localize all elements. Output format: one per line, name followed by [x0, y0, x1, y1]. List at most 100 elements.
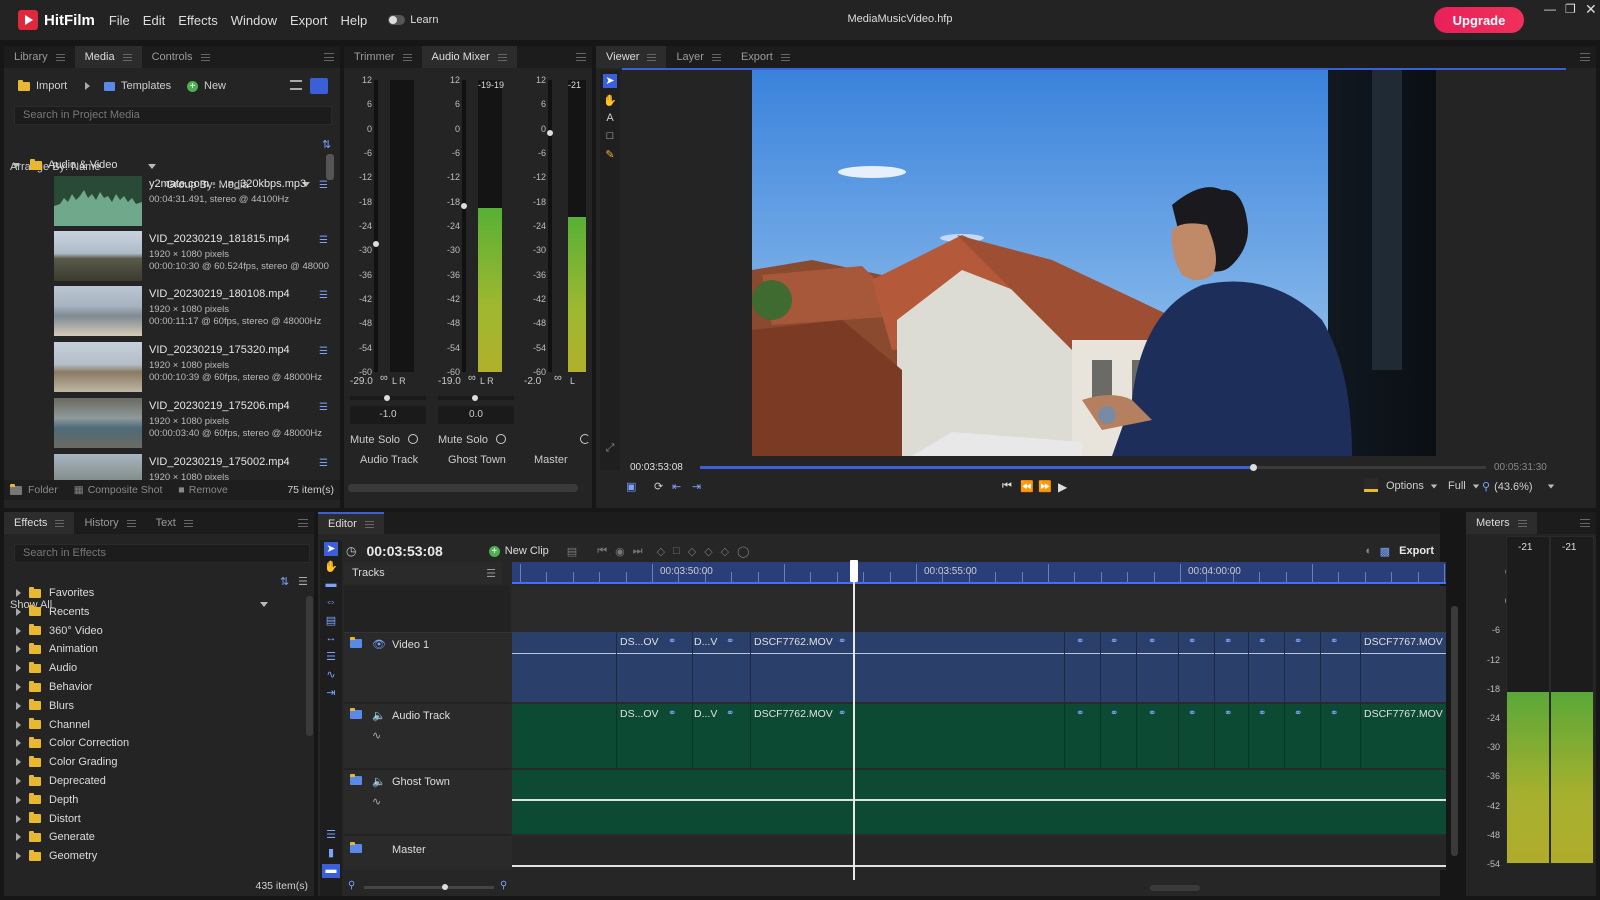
effects-search-input[interactable]: Search in Effects — [14, 544, 310, 563]
viewer-scrub-bar[interactable] — [700, 464, 1486, 471]
step-forward-icon[interactable]: ⏩ — [1038, 480, 1052, 493]
sort-icon[interactable]: ⇅ — [280, 575, 289, 588]
track-select-icon[interactable]: ⇥ — [324, 686, 338, 700]
slide-tool-icon[interactable]: ▤ — [324, 614, 338, 628]
mixer-properties-icon[interactable]: ☰ — [319, 402, 328, 413]
slip-tool-icon[interactable]: ⇔ — [324, 596, 338, 610]
ripple-tool-icon[interactable]: ↔ — [324, 632, 338, 646]
solo-button[interactable]: Solo — [378, 434, 400, 446]
pan-value-field[interactable]: 0.0 — [438, 406, 514, 424]
import-button[interactable]: Import — [18, 79, 91, 92]
pen-tool-icon[interactable]: ✎ — [603, 148, 617, 162]
out-point-icon[interactable]: ⇥ — [692, 480, 701, 493]
tab-layer[interactable]: Layer — [666, 46, 731, 68]
effect-category[interactable]: 360° Video — [16, 622, 103, 640]
render-icon[interactable]: ◐ — [1365, 545, 1372, 557]
effect-category[interactable]: Geometry — [16, 847, 97, 865]
list-view-icon[interactable] — [290, 80, 302, 90]
in-point-icon[interactable]: ⇤ — [672, 480, 681, 493]
hand-tool-icon[interactable]: ✋ — [603, 94, 617, 108]
solo-button[interactable]: Solo — [466, 434, 488, 446]
pan-slider[interactable] — [350, 395, 426, 401]
panel-menu-icon[interactable] — [1580, 519, 1590, 527]
menu-window[interactable]: Window — [231, 13, 277, 28]
new-folder-button[interactable]: Folder — [28, 484, 58, 496]
panel-menu-icon[interactable] — [298, 519, 308, 527]
tab-trimmer[interactable]: Trimmer — [344, 46, 422, 68]
waveform-toggle-icon[interactable]: ∿ — [372, 729, 381, 742]
mask-tool-icon[interactable]: □ — [603, 130, 617, 144]
mute-button[interactable]: Mute — [350, 434, 374, 446]
effect-category[interactable]: Favorites — [16, 584, 94, 602]
timeline-vscrollbar[interactable] — [1451, 606, 1458, 856]
select-tool-icon[interactable]: ➤ — [603, 74, 617, 88]
fit-icon[interactable]: ▣ — [626, 480, 636, 493]
effect-category[interactable]: Behavior — [16, 678, 92, 696]
mixer-properties-icon[interactable]: ☰ — [319, 290, 328, 301]
snap-icon[interactable]: ▬ — [322, 864, 340, 878]
effect-category[interactable]: Color Correction — [16, 734, 129, 752]
effect-category[interactable]: Depth — [16, 791, 78, 809]
effect-category[interactable]: Audio — [16, 659, 77, 677]
timeline-timecode[interactable]: 00:03:53:08 — [366, 543, 442, 559]
record-icon[interactable]: ◯ — [737, 545, 749, 558]
volume-fader-handle[interactable] — [373, 240, 379, 247]
keyframe-prev-icon[interactable]: ◇ — [721, 545, 729, 558]
detail-view-icon[interactable] — [310, 78, 328, 94]
scrub-handle[interactable] — [1249, 464, 1257, 471]
folder-audio-video[interactable]: Audio & Video — [12, 158, 118, 171]
track-header-ghost-town[interactable]: 🔈 Ghost Town ∿ — [344, 770, 512, 834]
speaker-icon[interactable]: 🔈 — [372, 709, 386, 722]
video-frame[interactable] — [752, 70, 1436, 456]
ghost-town-track-lane[interactable] — [512, 770, 1446, 834]
play-icon[interactable]: ▶ — [1058, 480, 1067, 494]
zoom-in-icon[interactable]: ⚲ — [500, 880, 507, 891]
options-dropdown[interactable]: Options — [1386, 480, 1438, 492]
panel-menu-icon[interactable] — [324, 53, 334, 61]
new-clip-button[interactable]: New Clip — [505, 545, 549, 557]
link-channels-icon[interactable] — [580, 434, 590, 444]
mixer-properties-icon[interactable]: ☰ — [319, 180, 328, 191]
effect-category[interactable]: Recents — [16, 603, 89, 621]
effect-category[interactable]: Channel — [16, 716, 90, 734]
tab-history[interactable]: History — [74, 512, 145, 534]
pan-value-field[interactable]: -1.0 — [350, 406, 426, 424]
roll-tool-icon[interactable]: ☰ — [324, 650, 338, 664]
tab-controls[interactable]: Controls — [142, 46, 220, 68]
track-header-audio-track[interactable]: 🔈 Audio Track ∿ — [344, 704, 512, 768]
effect-category[interactable]: Generate — [16, 828, 95, 846]
keyframe-icon[interactable]: ◇ — [657, 545, 665, 558]
mixer-properties-icon[interactable]: ☰ — [319, 235, 328, 246]
stop-icon[interactable]: □ — [673, 545, 680, 557]
record-arm-icon[interactable] — [408, 434, 418, 444]
menu-help[interactable]: Help — [341, 13, 368, 28]
keyframe-next-icon[interactable]: ◇ — [704, 545, 712, 558]
remove-button[interactable]: Remove — [189, 484, 228, 496]
tab-meters[interactable]: Meters — [1466, 512, 1537, 534]
menu-edit[interactable]: Edit — [143, 13, 165, 28]
volume-fader-handle[interactable] — [461, 202, 467, 209]
timeline-hscrollbar[interactable] — [1150, 885, 1200, 891]
next-marker-icon[interactable]: ⏭ — [633, 545, 643, 558]
panel-menu-icon[interactable] — [576, 53, 586, 61]
mute-button[interactable]: Mute — [438, 434, 462, 446]
mixer-properties-icon[interactable]: ☰ — [319, 458, 328, 469]
media-item-mp3[interactable]: y2mate.com - ...n_320kbps.mp3 00:04:31.4… — [54, 176, 334, 230]
loop-icon[interactable]: ⟳ — [654, 480, 663, 493]
mixer-icon[interactable]: ☰ — [324, 828, 338, 842]
step-back-icon[interactable]: ⏪ — [1020, 480, 1034, 493]
mixer-properties-icon[interactable]: ☰ — [319, 346, 328, 357]
zoom-out-icon[interactable]: ⚲ — [348, 880, 355, 891]
composite-shot-button[interactable]: Composite Shot — [88, 484, 163, 496]
volume-fader-handle[interactable] — [547, 129, 553, 136]
hand-tool-icon[interactable]: ✋ — [324, 560, 338, 574]
effect-category[interactable]: Deprecated — [16, 772, 106, 790]
learn-toggle[interactable]: Learn — [388, 14, 438, 26]
resize-icon[interactable]: ⤢ — [603, 442, 617, 456]
pan-slider[interactable] — [438, 395, 514, 401]
menu-export[interactable]: Export — [290, 13, 328, 28]
menu-file[interactable]: File — [109, 13, 130, 28]
mixer-scrollbar[interactable] — [348, 484, 578, 492]
playhead-handle[interactable] — [850, 560, 858, 582]
media-search-input[interactable]: Search in Project Media — [14, 106, 332, 125]
